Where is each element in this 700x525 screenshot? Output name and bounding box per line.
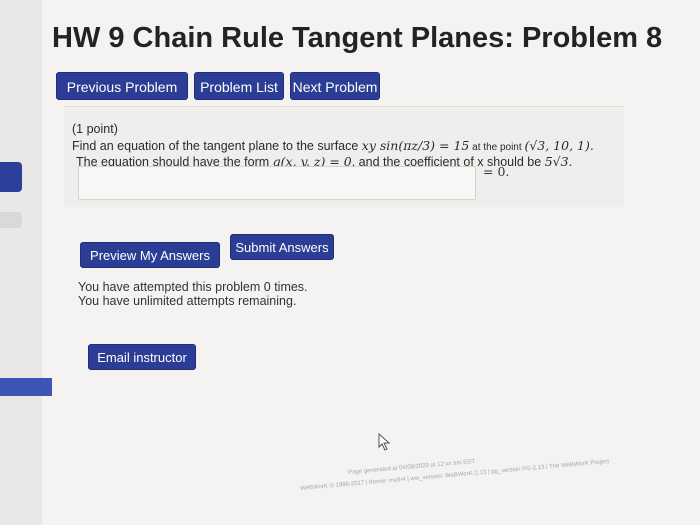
submit-answers-button[interactable]: Submit Answers xyxy=(230,234,334,260)
preview-answers-button[interactable]: Preview My Answers xyxy=(80,242,220,268)
sidebar-tab[interactable] xyxy=(0,378,52,396)
prompt-text: Find an equation of the tangent plane to… xyxy=(72,139,362,153)
problem-list-button[interactable]: Problem List xyxy=(194,72,284,100)
problem-points: (1 point) xyxy=(72,122,118,136)
sidebar-tab[interactable] xyxy=(0,162,22,192)
surface-equation: xy sin(πz/3) = 15 xyxy=(361,138,470,153)
next-problem-button[interactable]: Next Problem xyxy=(290,72,380,100)
answer-suffix: = 0. xyxy=(483,164,510,179)
page-title: HW 9 Chain Rule Tangent Planes: Problem … xyxy=(52,22,663,54)
prompt-point-text: at the point xyxy=(469,142,525,153)
mouse-cursor-icon xyxy=(378,433,391,451)
attempts-count-text: You have attempted this problem 0 times. xyxy=(78,280,308,294)
attempts-remaining-text: You have unlimited attempts remaining. xyxy=(78,294,297,308)
left-sidebar-strip xyxy=(0,0,52,525)
answer-input[interactable] xyxy=(78,166,476,200)
coefficient-value: 5√3. xyxy=(544,154,573,169)
problem-prompt: Find an equation of the tangent plane to… xyxy=(72,138,594,153)
previous-problem-button[interactable]: Previous Problem xyxy=(56,72,188,100)
given-point: (√3, 10, 1). xyxy=(524,138,594,153)
email-instructor-button[interactable]: Email instructor xyxy=(88,344,196,370)
sidebar-tab[interactable] xyxy=(0,212,22,228)
